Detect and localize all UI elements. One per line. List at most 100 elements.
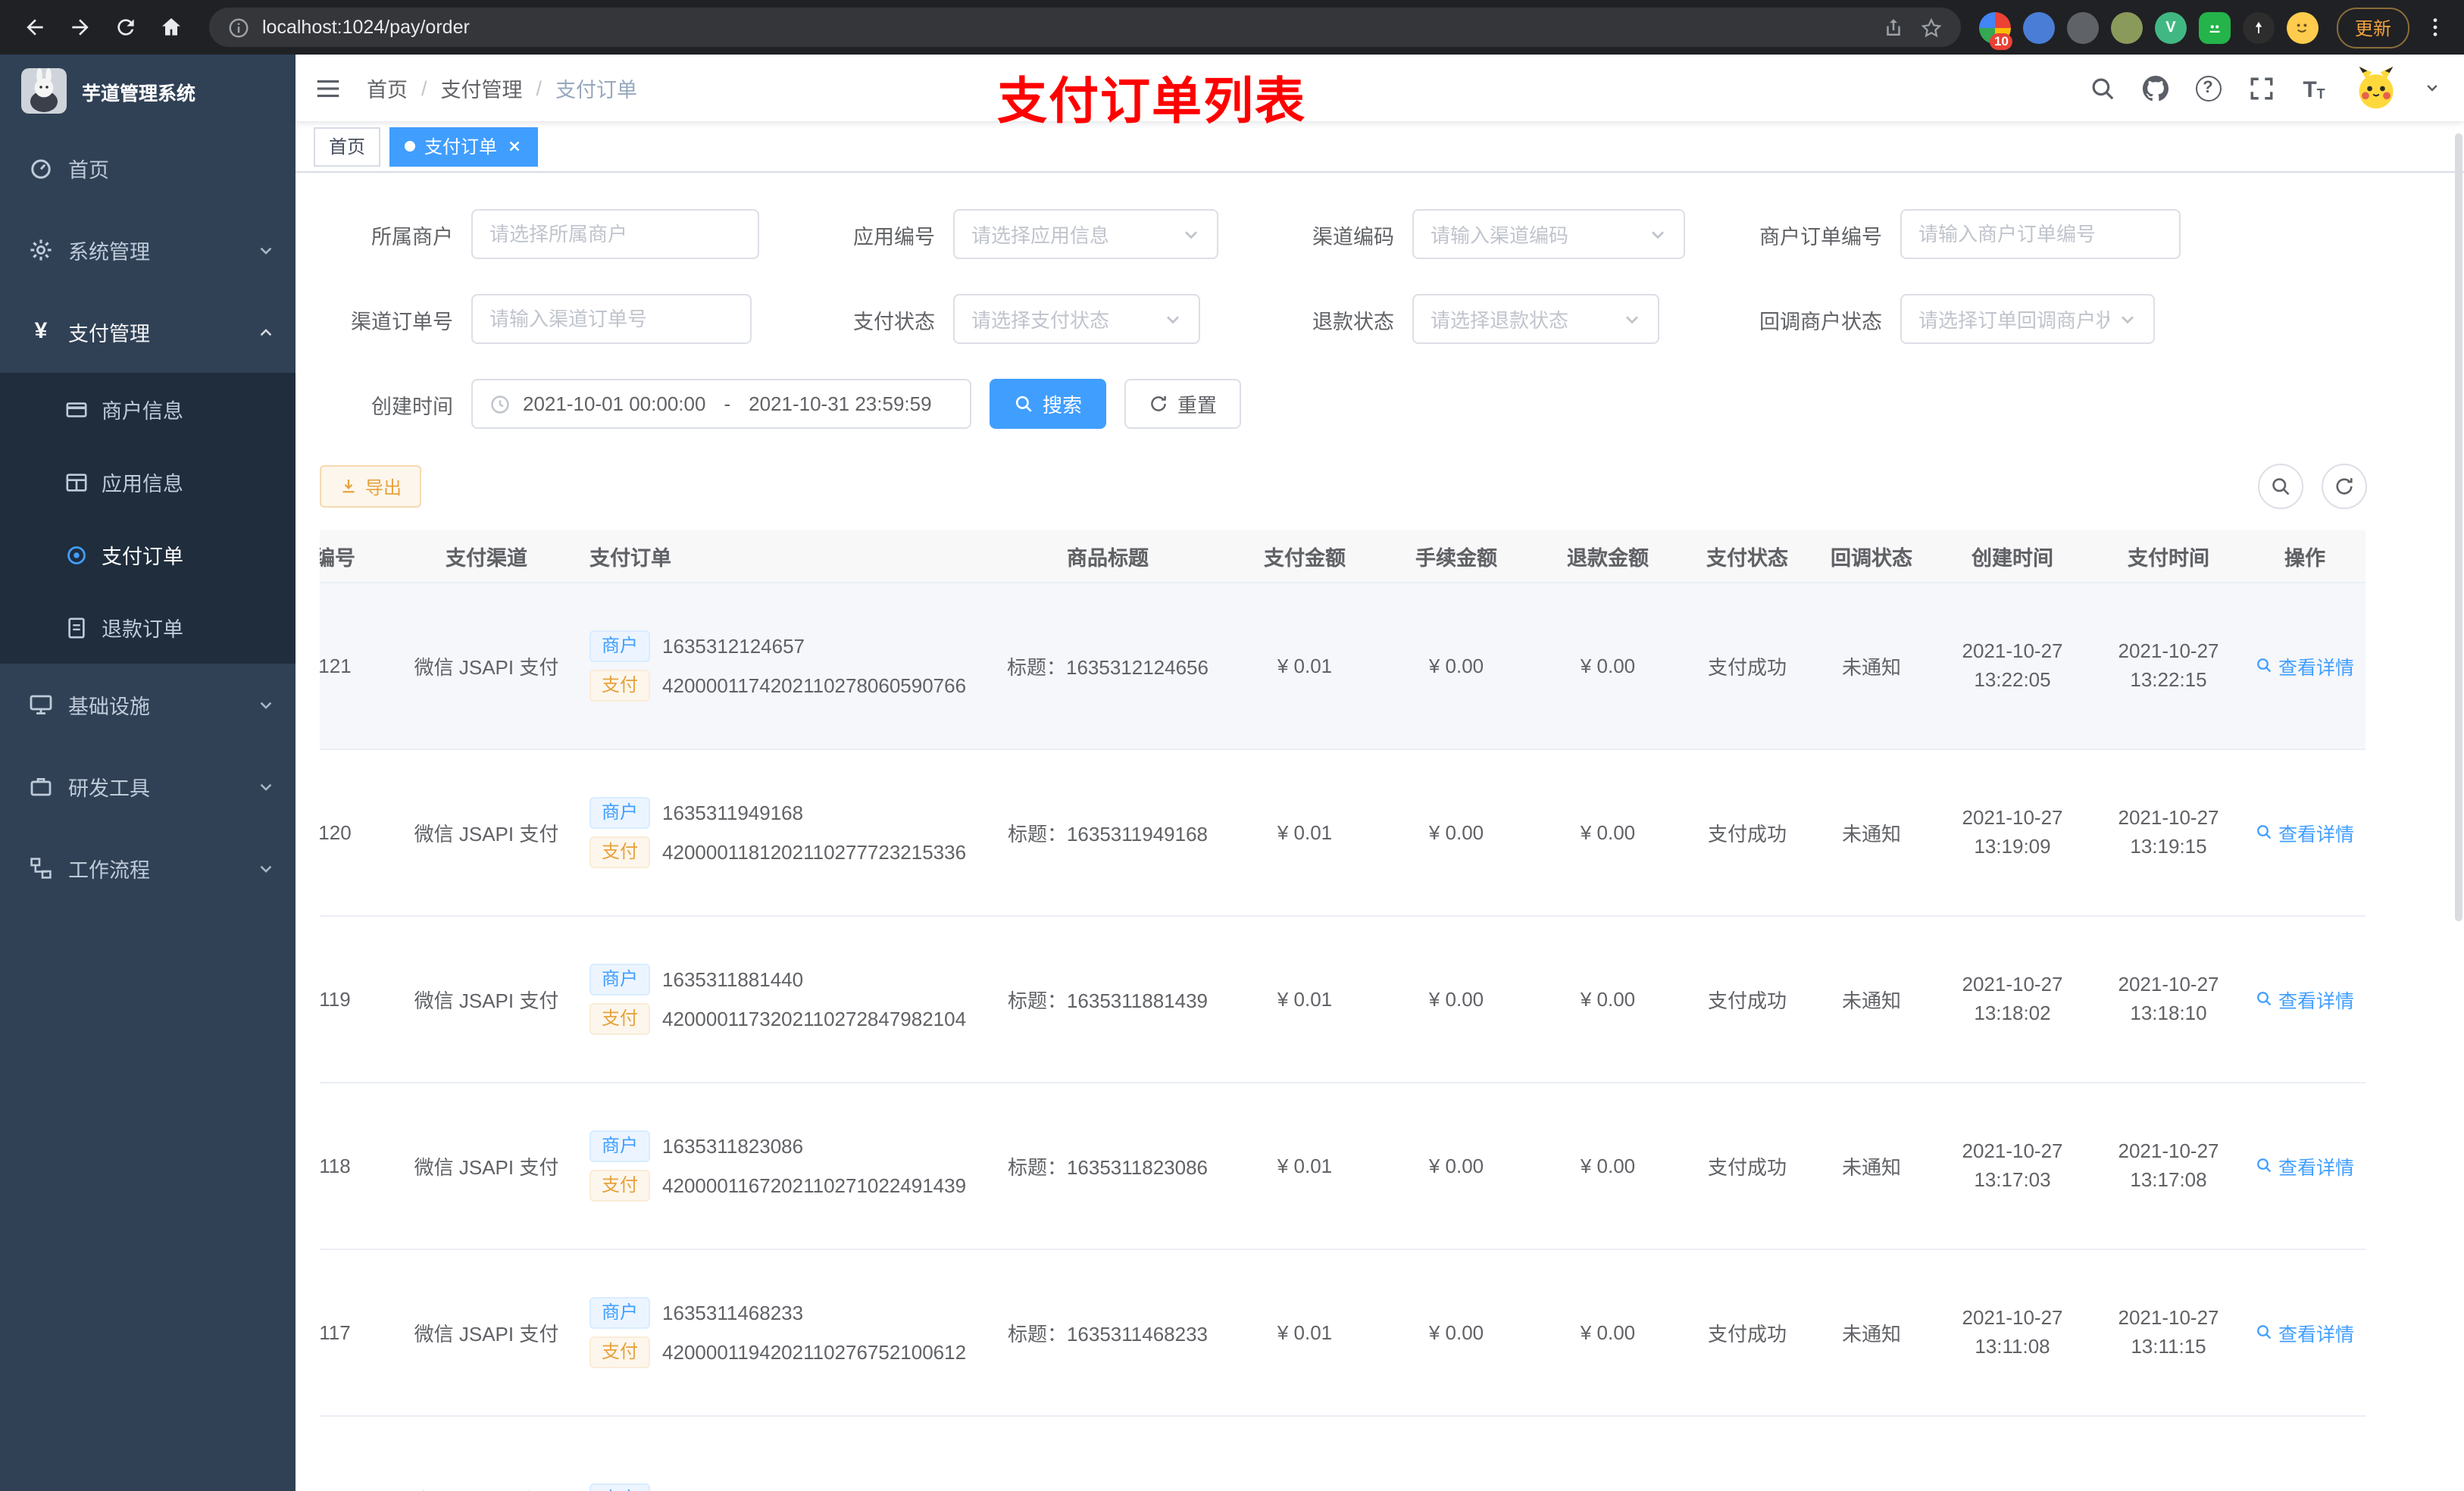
channel-order-no-label: 渠道订单号 <box>351 310 453 333</box>
search-button[interactable]: 搜索 <box>990 379 1107 429</box>
sidebar-item-refund-order[interactable]: 退款订单 <box>0 591 295 664</box>
browser-back-icon[interactable] <box>15 8 55 47</box>
grid-icon <box>66 473 87 491</box>
caret-down-icon[interactable] <box>2425 80 2440 95</box>
view-detail-link[interactable]: 查看详情 <box>2256 984 2354 1013</box>
view-detail-link[interactable]: 查看详情 <box>2256 1318 2354 1346</box>
tab-home[interactable]: 首页 <box>314 127 381 166</box>
range-start: 2021-10-01 00:00:00 <box>523 392 706 415</box>
extension-emoji-icon[interactable] <box>2286 11 2319 43</box>
sidebar-item-system[interactable]: 系统管理 <box>0 209 295 291</box>
channel-order-no-input[interactable] <box>471 294 752 344</box>
search-icon <box>2258 1325 2272 1339</box>
hamburger-icon[interactable] <box>311 71 344 105</box>
bookmark-star-icon[interactable] <box>1920 16 1943 39</box>
extension-gray-icon[interactable] <box>2066 11 2099 43</box>
dashboard-icon <box>31 159 51 179</box>
view-detail-link[interactable]: 查看详情 <box>2256 1151 2354 1180</box>
extension-pin-icon[interactable] <box>2242 11 2275 43</box>
refund-status-select[interactable]: 请选择退款状态 <box>1412 294 1659 344</box>
font-size-icon[interactable]: TT <box>2300 74 2328 102</box>
sidebar-item-app-info[interactable]: 应用信息 <box>0 445 295 518</box>
active-dot <box>405 141 416 152</box>
flow-icon <box>30 858 52 879</box>
chevron-down-icon <box>1626 315 1638 324</box>
orders-table-container[interactable]: 编号 支付渠道 支付订单 商品标题 支付金额 手续金额 退款金额 支付状态 回调… <box>320 530 2367 1491</box>
breadcrumb-separator: / <box>536 77 543 99</box>
toolbox-icon <box>30 778 52 796</box>
page-scrollbar[interactable] <box>2455 133 2462 921</box>
payment-submenu: 商户信息 应用信息 支付订单 退款订单 <box>0 373 295 664</box>
refresh-icon <box>1151 395 1166 411</box>
fullscreen-icon[interactable] <box>2247 74 2275 102</box>
breadcrumb-payment[interactable]: 支付管理 <box>441 73 523 103</box>
toggle-search-button[interactable] <box>2258 464 2303 509</box>
merchant-tag: 商户 <box>589 1483 651 1491</box>
filter-row-1: 所属商户 应用编号 请选择应用信息 渠道编码 请输入渠道编码 <box>320 209 2367 259</box>
gear-icon <box>30 239 52 261</box>
sidebar-item-merchant-info[interactable]: 商户信息 <box>0 373 295 445</box>
extension-wechat-icon[interactable] <box>2198 11 2231 43</box>
browser-menu-icon[interactable] <box>2422 14 2449 41</box>
share-icon[interactable] <box>1882 16 1905 39</box>
chevron-down-icon <box>260 246 272 254</box>
url-bar[interactable]: localhost:1024/pay/order <box>209 8 1961 47</box>
search-icon <box>2258 825 2272 839</box>
view-detail-link[interactable]: 查看详情 <box>2256 651 2354 680</box>
app-filter-select[interactable]: 请选择应用信息 <box>953 209 1218 259</box>
callback-status-select[interactable]: 请选择订单回调商户状态 <box>1900 294 2155 344</box>
sidebar-item-payment[interactable]: ¥ 支付管理 <box>0 291 295 373</box>
url-text[interactable]: localhost:1024/pay/order <box>262 17 1867 38</box>
merchant-tag: 商户 <box>589 963 651 995</box>
extension-vue-icon[interactable]: V <box>2154 11 2187 43</box>
pay-tag: 支付 <box>589 1002 651 1034</box>
app-logo[interactable]: 芋道管理系统 <box>0 55 295 127</box>
merchant-filter-input[interactable] <box>471 209 759 259</box>
chevron-up-icon <box>260 328 272 336</box>
extension-olive-icon[interactable] <box>2110 11 2143 43</box>
close-icon[interactable] <box>506 138 523 155</box>
view-detail-link[interactable]: 查看详情 <box>2256 817 2354 846</box>
chevron-down-icon <box>260 864 272 872</box>
app-title: 芋道管理系统 <box>82 83 196 104</box>
merchant-order-no-input[interactable] <box>1900 209 2181 259</box>
table-row: 119 微信 JSAPI 支付 商户 1635311881440 支付 420000… <box>320 915 2366 1083</box>
tab-pay-order[interactable]: 支付订单 <box>389 127 539 166</box>
github-icon[interactable] <box>2141 74 2169 102</box>
extension-colorful-icon[interactable]: 10 <box>1978 11 2013 49</box>
breadcrumb-home[interactable]: 首页 <box>367 73 408 103</box>
extension-blue-icon[interactable] <box>2022 11 2055 43</box>
sidebar-item-home[interactable]: 首页 <box>0 127 295 209</box>
app-filter-label: 应用编号 <box>853 225 935 248</box>
browser-forward-icon[interactable] <box>61 8 100 47</box>
chevron-down-icon <box>2122 315 2134 324</box>
search-icon <box>2258 658 2272 673</box>
reset-button[interactable]: 重置 <box>1124 379 1242 429</box>
browser-home-icon[interactable] <box>152 8 191 47</box>
extension-badge: 10 <box>1989 33 2013 49</box>
page-content: 所属商户 应用编号 请选择应用信息 渠道编码 请输入渠道编码 <box>295 173 2464 1491</box>
channel-code-select[interactable]: 请输入渠道编码 <box>1412 209 1685 259</box>
browser-reload-icon[interactable] <box>106 8 145 47</box>
help-icon[interactable]: ? <box>2194 74 2222 102</box>
target-icon <box>67 545 86 564</box>
merchant-tag: 商户 <box>589 630 651 661</box>
range-end: 2021-10-31 23:59:59 <box>749 392 932 415</box>
refresh-table-button[interactable] <box>2322 464 2367 509</box>
merchant-filter-label: 所属商户 <box>371 225 453 248</box>
sidebar-item-infra[interactable]: 基础设施 <box>0 664 295 746</box>
search-icon <box>2272 478 2290 495</box>
create-time-label: 创建时间 <box>371 395 453 417</box>
export-button[interactable]: 导出 <box>320 465 422 508</box>
create-time-range-picker[interactable]: 2021-10-01 00:00:00 - 2021-10-31 23:59:5… <box>471 379 971 429</box>
sidebar-item-pay-order[interactable]: 支付订单 <box>0 518 295 591</box>
user-avatar[interactable] <box>2353 65 2399 111</box>
sidebar-item-workflow[interactable]: 工作流程 <box>0 827 295 909</box>
list-toolbar: 导出 <box>320 464 2367 509</box>
pay-status-select[interactable]: 请选择支付状态 <box>953 294 1200 344</box>
search-icon[interactable] <box>2088 74 2115 102</box>
browser-update-button[interactable]: 更新 <box>2336 7 2409 48</box>
breadcrumb-separator: / <box>421 77 427 99</box>
site-info-icon[interactable] <box>227 16 250 39</box>
sidebar-item-dev-tools[interactable]: 研发工具 <box>0 746 295 827</box>
